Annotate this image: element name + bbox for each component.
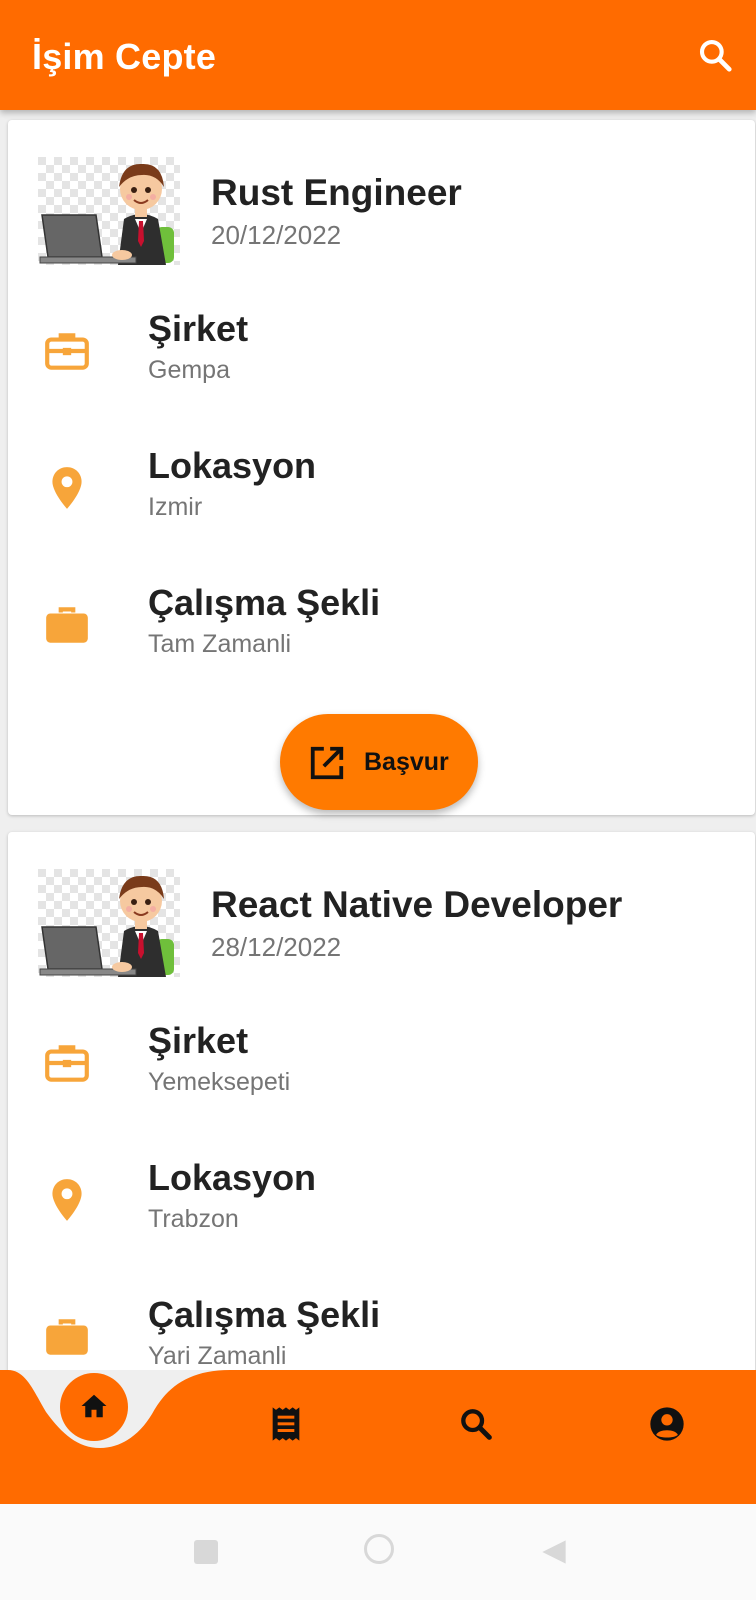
location-row: Lokasyon Trabzon <box>8 1157 748 1237</box>
apply-button[interactable]: Başvur <box>280 714 478 810</box>
system-navigation-bar <box>0 1504 756 1600</box>
app-bar: İşim Cepte <box>0 0 756 110</box>
job-title: Rust Engineer <box>211 172 462 213</box>
location-pin-icon <box>52 467 82 509</box>
job-illustration-icon <box>38 869 180 977</box>
recent-apps-icon[interactable] <box>194 1540 218 1564</box>
location-value: Trabzon <box>148 1205 239 1233</box>
back-triangle-icon[interactable] <box>540 1538 568 1566</box>
briefcase-icon <box>46 607 88 643</box>
open-external-icon <box>310 746 344 780</box>
app-title: İşim Cepte <box>32 36 217 77</box>
location-row: Lokasyon Izmir <box>8 445 748 525</box>
location-pin-icon <box>52 1179 82 1221</box>
job-date: 20/12/2022 <box>211 220 342 250</box>
briefcase-outline-icon <box>45 333 89 370</box>
work-type-row: Çalışma Şekli Yari Zamanli <box>8 1294 748 1370</box>
job-list[interactable]: Rust Engineer 20/12/2022 Şirket Gempa Lo… <box>0 110 756 1370</box>
briefcase-icon <box>46 1319 88 1355</box>
home-circle-icon[interactable] <box>364 1534 394 1564</box>
work-type-row: Çalışma Şekli Tam Zamanli <box>8 582 748 662</box>
job-date: 28/12/2022 <box>211 932 342 962</box>
job-card: Rust Engineer 20/12/2022 Şirket Gempa Lo… <box>8 120 755 815</box>
search-icon[interactable] <box>456 1404 496 1444</box>
location-value: Izmir <box>148 493 203 521</box>
work-type-label: Çalışma Şekli <box>148 582 381 623</box>
company-label: Şirket <box>148 1020 249 1061</box>
company-value: Gempa <box>148 356 230 384</box>
job-illustration-icon <box>38 157 180 265</box>
company-value: Yemeksepeti <box>148 1068 291 1096</box>
company-row: Şirket Yemeksepeti <box>8 1020 748 1100</box>
job-card: React Native Developer 28/12/2022 Şirket… <box>8 832 755 1370</box>
nav-home-button[interactable] <box>60 1373 128 1441</box>
location-label: Lokasyon <box>148 1157 317 1198</box>
briefcase-outline-icon <box>45 1045 89 1082</box>
search-icon[interactable] <box>696 36 734 74</box>
location-label: Lokasyon <box>148 445 317 486</box>
account-icon[interactable] <box>647 1404 687 1444</box>
company-row: Şirket Gempa <box>8 308 748 388</box>
apply-button-label: Başvur <box>364 748 449 776</box>
work-type-value: Tam Zamanli <box>148 630 292 658</box>
bottom-navigation <box>0 1370 756 1504</box>
work-type-label: Çalışma Şekli <box>148 1294 381 1335</box>
receipt-list-icon[interactable] <box>266 1404 306 1444</box>
company-label: Şirket <box>148 308 249 349</box>
work-type-value: Yari Zamanli <box>148 1342 287 1370</box>
job-title: React Native Developer <box>211 884 623 925</box>
home-icon <box>81 1394 107 1418</box>
